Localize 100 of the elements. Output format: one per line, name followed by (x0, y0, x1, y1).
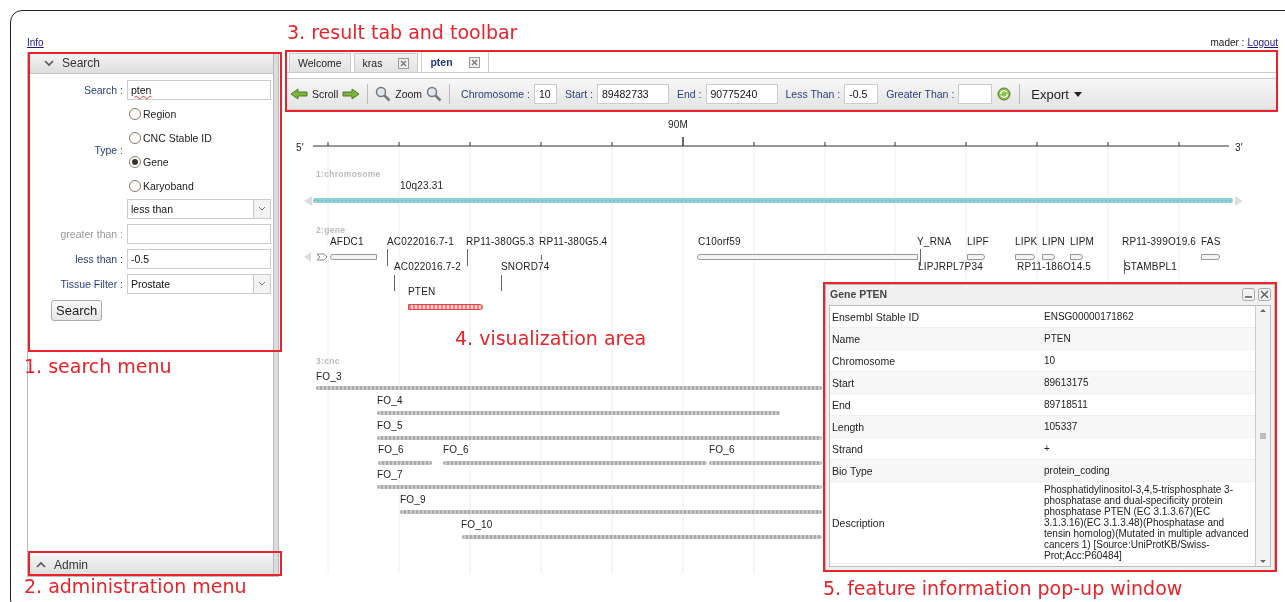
logout-link[interactable]: Logout (1247, 36, 1278, 48)
feature-label[interactable]: LIPK (1015, 236, 1038, 247)
cnc-feature[interactable] (377, 485, 822, 489)
minimize-icon[interactable] (1242, 287, 1255, 301)
feature-label[interactable]: AFDC1 (330, 236, 364, 247)
track-label: 3:cnc (316, 356, 340, 366)
toolbar-field[interactable]: 90775240 (705, 84, 778, 104)
gene-feature[interactable] (1201, 254, 1220, 260)
feature-label[interactable]: LIPJRPL7P34 (918, 261, 984, 272)
toolbar-field[interactable]: 10 (533, 84, 557, 104)
toolbar-field-label: Start : (564, 88, 593, 100)
cnc-label[interactable]: FO_3 (316, 371, 342, 382)
cnc-feature[interactable] (316, 386, 822, 390)
cnc-label[interactable]: FO_4 (377, 395, 403, 406)
cnc-feature[interactable] (709, 461, 822, 465)
track-label: 2:gene (316, 225, 346, 235)
radio-button[interactable] (129, 179, 141, 192)
result-tab[interactable]: Welcome (289, 53, 351, 72)
gene-feature[interactable] (304, 252, 328, 262)
search-panel-header[interactable]: Search (28, 53, 274, 74)
feature-label[interactable]: RP11-399O19.6 (1122, 236, 1197, 247)
feature-label[interactable]: SNORD74 (501, 261, 550, 272)
search-field[interactable]: pten (127, 80, 271, 100)
search-button[interactable]: Search (51, 300, 103, 321)
right-arrow-icon[interactable] (342, 88, 361, 100)
annotation-label: 3. result tab and toolbar (287, 22, 518, 43)
feature-label[interactable]: LIPM (1070, 236, 1095, 247)
tissue-filter-label: Tissue Filter : (59, 278, 123, 290)
cnc-label[interactable]: FO_5 (377, 420, 403, 431)
zoom-in-icon[interactable] (375, 86, 392, 102)
left-arrow-icon[interactable] (290, 88, 308, 100)
feature-label[interactable]: RP11-186O14.5 (1017, 261, 1092, 272)
radio-label[interactable]: CNC Stable ID (143, 131, 212, 144)
result-tab[interactable]: kras (353, 53, 419, 72)
tissue-dropdown[interactable]: Prostate (127, 274, 271, 294)
table-cell-text: PTEN (1044, 332, 1072, 346)
caret-icon (1073, 91, 1082, 97)
toolbar-field-label: End : (677, 88, 702, 100)
feature-label[interactable]: PTEN (408, 286, 436, 297)
toolbar-field[interactable]: 89482733 (597, 84, 669, 104)
cnc-feature[interactable] (378, 461, 432, 465)
feature-label[interactable]: C10orf59 (698, 236, 741, 247)
radio-button[interactable] (129, 155, 141, 168)
gene-feature[interactable] (408, 304, 483, 310)
feature-label[interactable]: AC022016.7-2 (394, 261, 461, 272)
gene-feature[interactable] (1015, 254, 1035, 260)
splitter-handle[interactable] (273, 53, 278, 576)
table-cell-text: Phosphatidylinositol-3,4,5-trisphosphate 3-phosphatase and dual-specificity protein phosphatase PTEN (EC 3.1.3.67)(EC 3.1.3.16)(EC 3.1.3.48)(Phosphatase and tensin homolog)(Mutated in multiple advanced cancers 1) [Source:UniProtKB/Swiss-Prot;Acc:P60484] (1044, 483, 1250, 563)
annotation-label: 5. feature information pop-up window (823, 578, 1183, 599)
feature-label[interactable]: LIPN (1042, 236, 1066, 247)
cnc-feature[interactable] (462, 535, 822, 539)
feature-label[interactable]: Y_RNA (917, 236, 952, 247)
toolbar-field[interactable] (958, 84, 993, 104)
close-icon[interactable] (1258, 287, 1271, 301)
feature-label[interactable]: LIPF (967, 236, 989, 247)
cnc-feature[interactable] (377, 411, 780, 415)
cnc-label[interactable]: FO_6 (709, 444, 735, 455)
table-cell-text: 89613175 (1044, 376, 1090, 390)
gene-feature[interactable] (967, 254, 985, 260)
info-link[interactable]: Info (27, 36, 44, 48)
greater-than-field[interactable] (127, 224, 271, 244)
close-icon[interactable] (398, 57, 410, 69)
feature-label[interactable]: RP11-380G5.3 (466, 236, 535, 247)
zoom-out-icon[interactable] (426, 86, 443, 102)
feature-label[interactable]: FAS (1201, 236, 1221, 247)
cnc-label[interactable]: FO_9 (400, 494, 426, 505)
table-cell-text: Chromosome (831, 354, 897, 367)
export-button[interactable]: Export (1027, 84, 1086, 104)
scrollbar[interactable] (1255, 306, 1270, 566)
result-tab[interactable]: pten (421, 51, 489, 72)
feature-label[interactable]: RP11-380G5.4 (539, 236, 608, 247)
refresh-icon[interactable] (996, 86, 1013, 102)
cnc-feature[interactable] (443, 461, 707, 465)
cnc-label[interactable]: FO_7 (377, 469, 403, 480)
comparison-dropdown[interactable]: less than (127, 199, 271, 219)
annotation-label: 1. search menu (24, 356, 172, 377)
track-label: 1:chromosome (316, 169, 381, 179)
feature-label[interactable]: STAMBPL1 (1124, 261, 1178, 272)
gene-feature[interactable] (1042, 254, 1055, 260)
radio-label[interactable]: Region (143, 107, 177, 120)
cnc-label[interactable]: FO_10 (461, 519, 493, 530)
gene-feature[interactable] (697, 254, 918, 260)
table-cell-text: Bio Type (831, 464, 874, 477)
admin-panel-header[interactable]: Admin (28, 555, 274, 576)
chromosome-bar[interactable] (304, 195, 1244, 207)
radio-label[interactable]: Karyoband (143, 179, 194, 192)
radio-button[interactable] (129, 107, 141, 120)
radio-button[interactable] (129, 131, 141, 144)
less-than-field[interactable]: -0.5 (127, 249, 271, 269)
cnc-label[interactable]: FO_6 (443, 444, 469, 455)
feature-label[interactable]: AC022016.7-1 (387, 236, 454, 247)
cnc-feature[interactable] (400, 510, 822, 514)
gene-feature[interactable] (1070, 254, 1083, 260)
toolbar-field[interactable]: -0.5 (844, 84, 879, 104)
gene-feature[interactable] (330, 254, 377, 260)
grip-icon[interactable] (1257, 432, 1269, 440)
radio-label[interactable]: Gene (143, 155, 169, 168)
cnc-feature[interactable] (377, 436, 822, 440)
cnc-label[interactable]: FO_6 (378, 444, 404, 455)
close-icon[interactable] (468, 56, 480, 68)
